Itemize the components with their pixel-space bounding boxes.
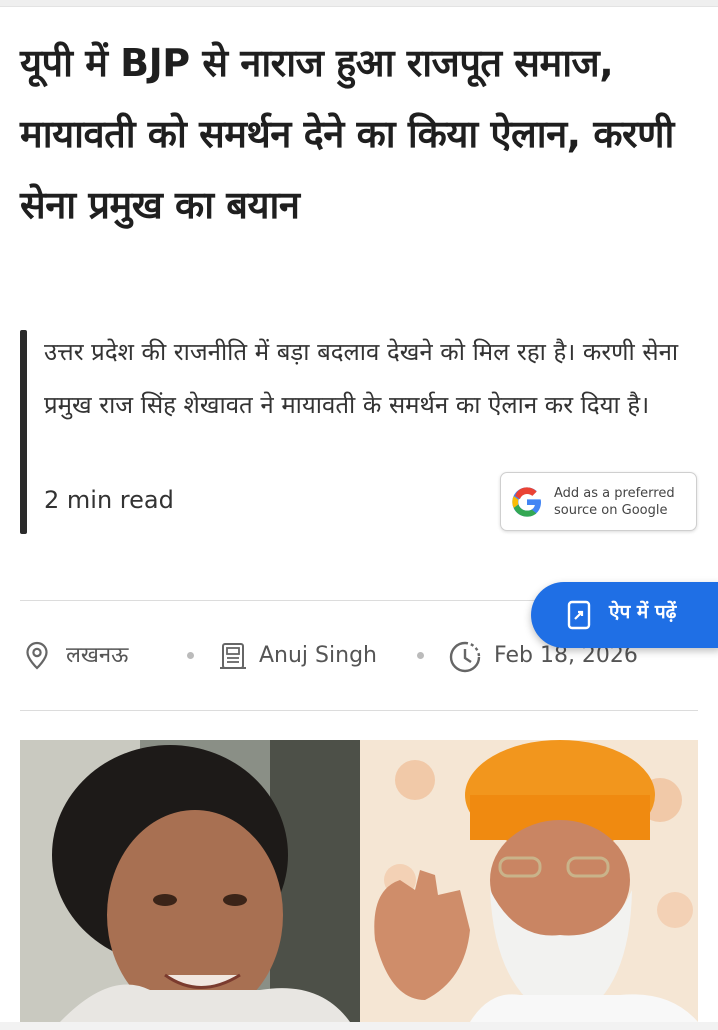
google-source-line2: source on Google bbox=[554, 503, 668, 518]
summary-accent-bar bbox=[20, 330, 27, 534]
location-pin-icon bbox=[26, 641, 48, 670]
newspaper-icon bbox=[220, 643, 246, 669]
open-in-app-button[interactable]: ऐप में पढ़ें bbox=[531, 582, 718, 648]
google-g-icon bbox=[512, 487, 541, 517]
article-photo[interactable] bbox=[20, 740, 698, 1022]
article-summary: उत्तर प्रदेश की राजनीति में बड़ा बदलाव द… bbox=[44, 338, 679, 419]
location-label: लखनऊ bbox=[66, 643, 129, 668]
article-headline: यूपी में BJP से नाराज हुआ राजपूत समाज, म… bbox=[20, 41, 674, 227]
google-source-line1: Add as a preferred bbox=[554, 486, 675, 501]
meta-location[interactable]: लखनऊ bbox=[24, 636, 174, 676]
google-preferred-source-button[interactable]: Add as a preferred source on Google bbox=[500, 472, 697, 531]
divider-bottom bbox=[20, 710, 698, 711]
clock-icon bbox=[449, 641, 481, 673]
read-time: 2 min read bbox=[44, 486, 174, 514]
meta-separator bbox=[417, 652, 424, 659]
phone-open-icon bbox=[567, 600, 591, 630]
bottom-edge bbox=[0, 1022, 718, 1030]
google-source-text: Add as a preferred source on Google bbox=[554, 485, 675, 519]
open-in-app-label: ऐप में पढ़ें bbox=[609, 601, 677, 623]
meta-author[interactable]: Anuj Singh bbox=[218, 636, 408, 676]
article-photo-illustration bbox=[20, 740, 698, 1022]
top-bar bbox=[0, 0, 718, 7]
meta-separator bbox=[187, 652, 194, 659]
author-name: Anuj Singh bbox=[259, 643, 377, 668]
